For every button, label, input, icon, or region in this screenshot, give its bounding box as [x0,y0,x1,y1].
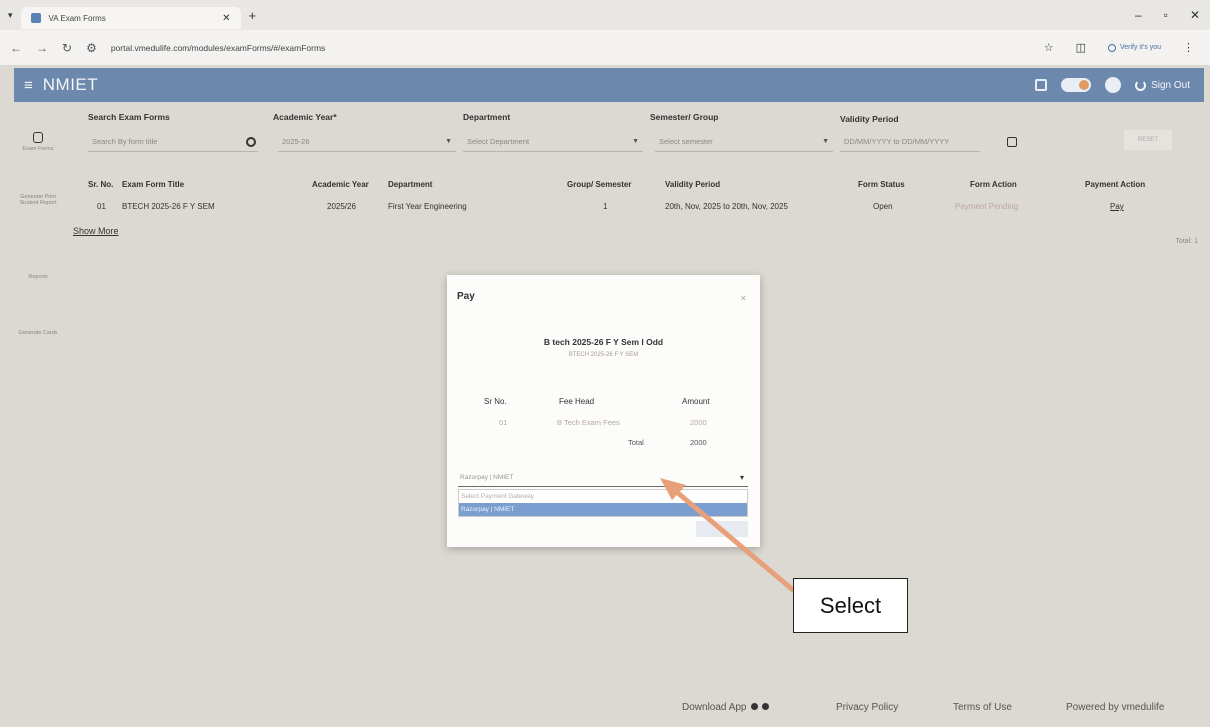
col-exam-form-title: Exam Form Title [122,180,185,189]
close-icon[interactable]: × [741,293,746,303]
terms-of-use-link[interactable]: Terms of Use [953,702,1012,713]
modal-pay-button[interactable] [696,521,748,537]
fee-total-label: Total [628,438,644,447]
col-form-action: Form Action [970,180,1017,189]
rail-item-reports[interactable]: Reports [14,274,62,280]
semester-select[interactable]: Select semester ▼ [655,132,833,152]
close-window-icon[interactable]: ✕ [1190,8,1200,22]
browser-tabbar: ▾ VA Exam Forms ✕ + – ▫ ✕ [0,0,1210,30]
pay-modal: Pay × B tech 2025-26 F Y Sem I Odd BTECH… [447,275,760,547]
url-field[interactable]: portal.vmedulife.com/modules/examForms/#… [111,43,1030,53]
app-header: ≡ NMIET Sign Out [14,68,1204,102]
apple-icon[interactable] [761,703,769,710]
rail-item-print-report[interactable]: Generate Print Student Report [14,194,62,206]
col-validity-period: Validity Period [665,180,721,189]
chevron-down-icon: ▼ [632,138,639,145]
fee-cell-amount: 2000 [690,418,707,427]
calendar-icon[interactable] [1007,137,1017,147]
search-label: Search Exam Forms [88,112,170,122]
department-label: Department [463,112,511,122]
modal-subheading: BTECH 2025-26 F Y SEM [568,352,639,358]
address-bar: ← → ↻ ⚙ portal.vmedulife.com/modules/exa… [0,30,1210,66]
browser-tab[interactable]: VA Exam Forms ✕ [20,7,241,29]
validity-label: Validity Period [840,114,899,124]
semester-label: Semester/ Group [650,112,719,122]
academic-year-select[interactable]: 2025-26 ▼ [278,132,456,152]
show-more-link[interactable]: Show More [73,226,119,236]
modal-title: Pay [457,291,475,302]
user-avatar-icon[interactable] [1105,77,1122,93]
academic-year-label: Academic Year* [273,112,337,122]
chevron-down-icon: ▼ [445,138,452,145]
cell-status: Open [873,202,893,211]
hamburger-menu-icon[interactable]: ≡ [24,77,33,94]
fee-cell-sr: 01 [499,418,508,427]
search-icon[interactable] [246,137,256,147]
col-academic-year: Academic Year [312,180,369,189]
powered-by-link[interactable]: Powered by vmedulife [1066,702,1164,713]
filter-bar: Search Exam Forms Search By form title A… [0,112,1210,162]
theme-toggle[interactable] [1061,78,1092,92]
col-group-semester: Group/ Semester [567,180,632,189]
privacy-policy-link[interactable]: Privacy Policy [836,702,898,713]
new-tab-icon[interactable]: + [249,8,257,23]
option-razorpay[interactable]: Razorpay | NMIET [459,503,747,516]
cell-validity: 20th, Nov, 2025 to 20th, Nov, 2025 [665,202,788,211]
tab-list-icon[interactable]: ▾ [8,10,13,21]
close-tab-icon[interactable]: ✕ [222,13,230,24]
browser-menu-icon[interactable]: ⋮ [1183,41,1194,54]
modal-heading: B tech 2025-26 F Y Sem I Odd [543,337,664,347]
fee-col-amount: Amount [682,397,710,406]
back-icon[interactable]: ← [10,41,22,55]
annotation-callout: Select [793,578,908,633]
col-sr-no: Sr. No. [88,180,114,189]
reset-button[interactable]: RESET [1124,130,1172,150]
window-controls: – ▫ ✕ [1135,8,1200,22]
reload-icon[interactable]: ↻ [62,41,72,55]
fee-col-sr: Sr No. [484,397,507,406]
col-payment-action: Payment Action [1085,180,1146,189]
cell-department: First Year Engineering [388,202,467,211]
favicon-icon [30,13,41,23]
option-select-gateway[interactable]: Select Payment Gateway [459,490,747,503]
pay-link[interactable]: Pay [1110,202,1124,211]
payment-gateway-select[interactable]: Razorpay | NMIET ▾ [458,469,748,487]
fee-col-head: Fee Head [559,397,595,406]
minimize-icon[interactable]: – [1135,8,1142,22]
side-rail: Exam Forms Generate Print Student Report… [14,102,62,682]
power-icon [1135,79,1147,91]
apps-grid-icon[interactable] [1035,79,1048,91]
fee-total-value: 2000 [690,438,707,447]
col-department: Department [388,180,433,189]
col-form-status: Form Status [858,180,905,189]
search-input[interactable]: Search By form title [88,132,258,152]
extensions-icon[interactable]: ◫ [1076,41,1086,54]
payment-gateway-options: Select Payment Gateway Razorpay | NMIET [458,489,748,517]
chevron-down-icon: ▼ [822,138,829,145]
bookmark-star-icon[interactable]: ☆ [1044,41,1054,54]
cell-year: 2025/26 [327,202,356,211]
download-app-link[interactable]: Download App [682,702,769,713]
fee-cell-head: B Tech Exam Fees [557,418,620,427]
cell-sr-no: 01 [97,202,106,211]
cell-semester: 1 [603,202,608,211]
cell-title: BTECH 2025-26 F Y SEM [122,202,215,211]
brand-logo: NMIET [42,75,99,94]
forward-icon[interactable]: → [36,41,48,55]
cell-form-action[interactable]: Payment Pending [955,202,1018,211]
rail-item-generate-cards[interactable]: Generate Cards [14,330,62,336]
tab-title: VA Exam Forms [48,13,106,23]
total-count: Total: 1 [1175,238,1198,245]
maximize-icon[interactable]: ▫ [1164,8,1168,22]
sign-out-button[interactable]: Sign Out [1135,79,1190,91]
android-icon[interactable] [750,703,758,710]
department-select[interactable]: Select Department ▼ [463,132,643,152]
verify-identity-button[interactable]: Verify it's you [1107,43,1161,52]
chevron-down-icon: ▾ [739,473,744,482]
profile-icon [1107,43,1116,52]
validity-date-range-input[interactable]: DD/MM/YYYY to DD/MM/YYYY [840,132,980,152]
site-info-icon[interactable]: ⚙ [86,41,97,55]
